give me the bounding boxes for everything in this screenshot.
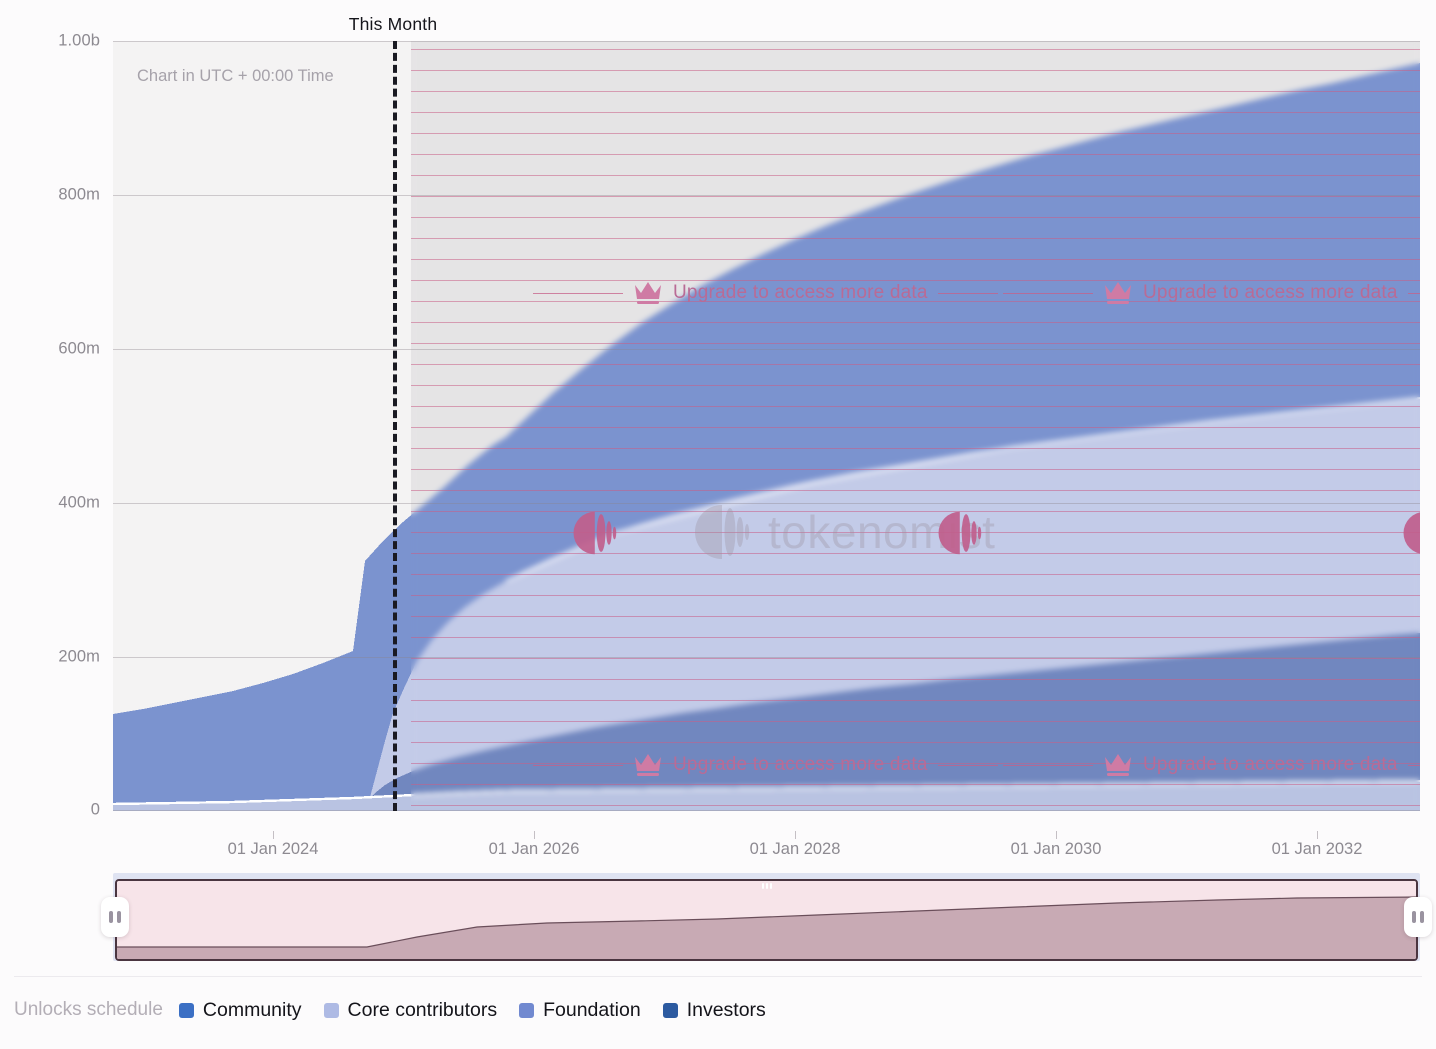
this-month-marker-line: [393, 41, 397, 811]
y-tick-label: 600m: [58, 339, 100, 358]
x-tick-label: 01 Jan 2026: [488, 840, 580, 858]
this-month-marker-label: This Month: [348, 14, 438, 34]
x-tick: [1056, 831, 1057, 839]
upgrade-banner-top-left[interactable]: Upgrade to access more data: [533, 280, 998, 306]
legend-swatch-investors: [662, 1002, 678, 1018]
legend-item-investors[interactable]: Investors: [662, 998, 766, 1022]
y-axis: 1.00b 800m 600m 400m 200m 0: [0, 32, 100, 819]
gridline-800m: [113, 195, 1420, 196]
y-tick-label: 400m: [58, 493, 100, 512]
unlock-schedule-chart-page: tokenomist Upgrade to access more data U…: [0, 0, 1436, 1049]
legend-title: Unlocks schedule: [14, 999, 163, 1020]
upgrade-banner-label: Upgrade to access more data: [1143, 754, 1398, 775]
utc-timezone-note: Chart in UTC + 00:00 Time: [137, 67, 334, 85]
legend-swatch-core-contributors: [323, 1002, 339, 1018]
banner-rule-left: [1003, 764, 1093, 766]
banner-rule-right: [937, 292, 998, 294]
upgrade-banner-bottom-left[interactable]: Upgrade to access more data: [533, 752, 998, 778]
legend-item-core-contributors[interactable]: Core contributors: [323, 998, 498, 1022]
x-tick: [795, 831, 796, 839]
x-tick-label: 01 Jan 2028: [749, 840, 841, 858]
legend-swatch-community: [178, 1002, 194, 1018]
x-tick: [1317, 831, 1318, 839]
banner-rule-right: [1407, 292, 1420, 294]
x-tick-label: 01 Jan 2030: [1010, 840, 1102, 858]
range-end-handle[interactable]: [1404, 897, 1432, 937]
crown-icon: [1105, 282, 1131, 304]
legend-swatch-foundation: [519, 1002, 535, 1018]
legend-label-core-contributors: Core contributors: [347, 998, 498, 1021]
y-tick-label: 200m: [58, 647, 100, 666]
upgrade-banner-label: Upgrade to access more data: [673, 282, 928, 303]
upgrade-banner-bottom-right[interactable]: Upgrade to access more data: [1003, 752, 1420, 778]
crown-icon: [1105, 754, 1131, 776]
upgrade-banner-label: Upgrade to access more data: [1143, 282, 1398, 303]
range-start-handle[interactable]: [101, 897, 129, 937]
upgrade-banner-label: Upgrade to access more data: [673, 754, 928, 775]
x-tick: [534, 831, 535, 839]
x-tick-label: 01 Jan 2032: [1271, 840, 1363, 858]
range-selector-preview: [117, 881, 1416, 959]
y-tick-label: 1.00b: [58, 31, 100, 50]
gridline-0: [113, 810, 1420, 811]
gridline-200m: [113, 657, 1420, 658]
banner-rule-right: [1407, 764, 1420, 766]
y-tick-label: 0: [90, 800, 100, 819]
x-tick: [273, 831, 274, 839]
chart-legend: Unlocks schedule Community Core contribu…: [14, 995, 788, 1025]
banner-rule-left: [533, 292, 623, 294]
range-selector-top-grip[interactable]: [758, 883, 776, 889]
legend-label-community: Community: [202, 998, 302, 1021]
legend-label-foundation: Foundation: [543, 998, 641, 1021]
gridline-400m: [113, 503, 1420, 504]
gridline-1000m: [113, 41, 1420, 42]
footer-divider: [14, 976, 1422, 977]
x-axis: 01 Jan 2024 01 Jan 2026 01 Jan 2028 01 J…: [113, 831, 1420, 868]
x-tick-label: 01 Jan 2024: [227, 840, 319, 858]
range-selector-window[interactable]: [115, 879, 1418, 961]
y-tick-label: 800m: [58, 185, 100, 204]
banner-rule-left: [533, 764, 623, 766]
upgrade-banner-top-right[interactable]: Upgrade to access more data: [1003, 280, 1420, 306]
legend-item-community[interactable]: Community: [178, 998, 302, 1022]
chart-plot-area[interactable]: tokenomist Upgrade to access more data U…: [113, 41, 1420, 811]
range-selector[interactable]: [101, 873, 1432, 961]
gridline-600m: [113, 349, 1420, 350]
legend-item-foundation[interactable]: Foundation: [519, 999, 641, 1022]
stacked-area-series: [113, 63, 1420, 811]
crown-icon: [635, 754, 661, 776]
legend-label-investors: Investors: [686, 998, 766, 1021]
banner-rule-right: [937, 764, 998, 766]
banner-rule-left: [1003, 292, 1093, 294]
crown-icon: [635, 282, 661, 304]
